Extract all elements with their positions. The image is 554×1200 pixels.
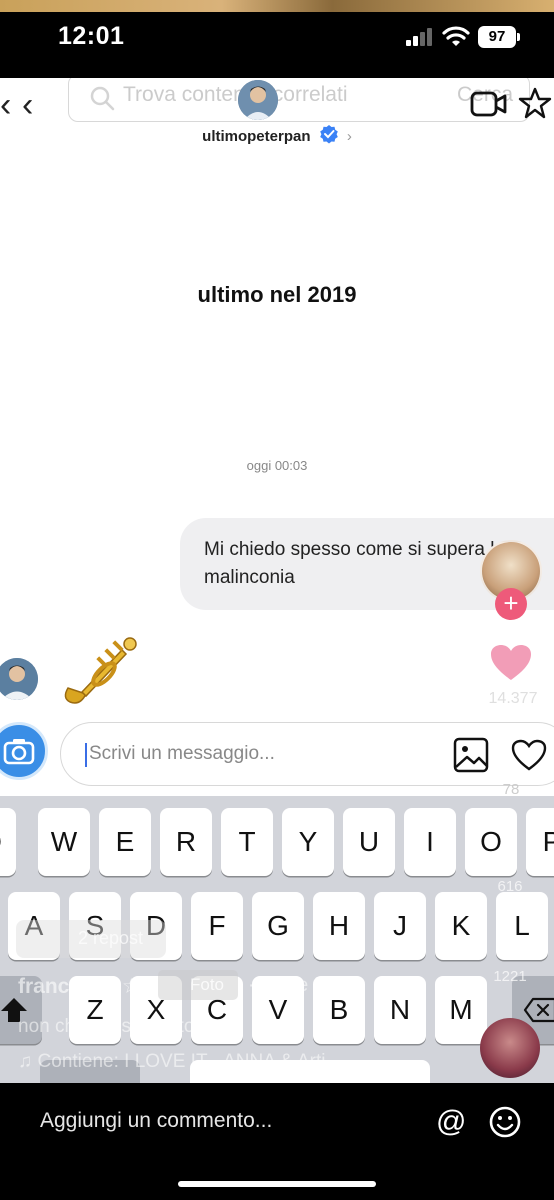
key-q[interactable]: Q (0, 808, 16, 876)
key-p[interactable]: P (526, 808, 554, 876)
share-count: 1221 (493, 968, 527, 985)
avatar-photo-icon (0, 658, 38, 700)
follow-plus-button[interactable]: + (495, 588, 527, 620)
heart-outline-icon[interactable] (511, 739, 547, 771)
username-label: ultimopeterpan (202, 128, 311, 145)
comment-bar: Aggiungi un commento... @ (0, 1083, 554, 1200)
video-call-icon[interactable] (470, 90, 508, 118)
backspace-icon (523, 997, 554, 1023)
post-caption: non che avesse torto (18, 1016, 195, 1037)
avatar-photo-icon (238, 80, 278, 120)
like-heart-icon[interactable] (490, 644, 532, 682)
key-f[interactable]: F (191, 892, 243, 960)
post-type-label: Foto (190, 975, 225, 994)
key-u[interactable]: U (343, 808, 395, 876)
avatar[interactable] (238, 80, 278, 120)
home-indicator (178, 1181, 376, 1187)
sender-avatar[interactable] (0, 658, 38, 700)
emoji-icon[interactable] (488, 1105, 522, 1139)
key-m[interactable]: M (435, 976, 487, 1044)
mention-at-icon[interactable]: @ (436, 1105, 466, 1139)
comment-input[interactable]: Aggiungi un commento... (40, 1109, 272, 1133)
key-r[interactable]: R (160, 808, 212, 876)
shared-story-title[interactable]: ultimo nel 2019 (0, 282, 554, 308)
wifi-icon (442, 26, 470, 46)
save-count: 616 (497, 878, 523, 895)
gallery-icon[interactable] (453, 737, 489, 773)
battery-indicator: 97 (478, 26, 520, 48)
chevron-right-icon: › (346, 128, 352, 145)
trumpet-emoji (64, 637, 137, 704)
search-bar[interactable]: Trova contenuti correlati Cerca (68, 78, 530, 122)
key-l[interactable]: L (496, 892, 548, 960)
key-o[interactable]: O (465, 808, 517, 876)
text-caret (85, 743, 87, 767)
message-placeholder: Scrivi un messaggio... (89, 743, 275, 764)
search-icon (90, 86, 115, 111)
like-count: 14.377 (488, 690, 538, 707)
search-placeholder: Trova contenuti correlati (123, 83, 348, 106)
camera-button[interactable] (0, 722, 48, 780)
key-y[interactable]: Y (282, 808, 334, 876)
message-text: Mi chiedo spesso come si supera la malin… (204, 539, 505, 588)
key-n[interactable]: N (374, 976, 426, 1044)
key-i[interactable]: I (404, 808, 456, 876)
status-bar: 12:01 97 (0, 0, 554, 78)
repost-label: 2 repost (78, 928, 144, 948)
key-g[interactable]: G (252, 892, 304, 960)
key-t[interactable]: T (221, 808, 273, 876)
status-time: 12:01 (58, 22, 125, 50)
cellular-signal-icon (406, 28, 434, 46)
key-j[interactable]: J (374, 892, 426, 960)
message-input[interactable]: Scrivi un messaggio... (60, 722, 554, 786)
star-icon[interactable] (518, 86, 552, 120)
back-button[interactable]: ‹ (22, 86, 33, 125)
key-w[interactable]: W (38, 808, 90, 876)
dm-screen: ‹ ‹ Trova contenuti correlati Cerca ulti… (0, 78, 554, 1083)
camera-icon (3, 739, 35, 765)
chat-header: ‹ ‹ Trova contenuti correlati Cerca ulti… (0, 78, 554, 168)
post-music[interactable]: ♫ Contiene: I LOVE IT - ANNA & Arti... (18, 1051, 341, 1073)
post-time: · 16ore fa (248, 975, 330, 996)
key-h[interactable]: H (313, 892, 365, 960)
music-disc-avatar[interactable] (480, 1018, 540, 1078)
message-timestamp: oggi 00:03 (246, 458, 308, 473)
key-e[interactable]: E (99, 808, 151, 876)
chevron-left-icon[interactable]: ‹ (0, 86, 11, 125)
key-k[interactable]: K (435, 892, 487, 960)
post-author-name[interactable]: francesca ☆ (18, 974, 141, 999)
verified-badge-icon (319, 125, 338, 144)
background-photo-peek (0, 0, 554, 12)
chat-username[interactable]: ultimopeterpan › (0, 124, 554, 145)
